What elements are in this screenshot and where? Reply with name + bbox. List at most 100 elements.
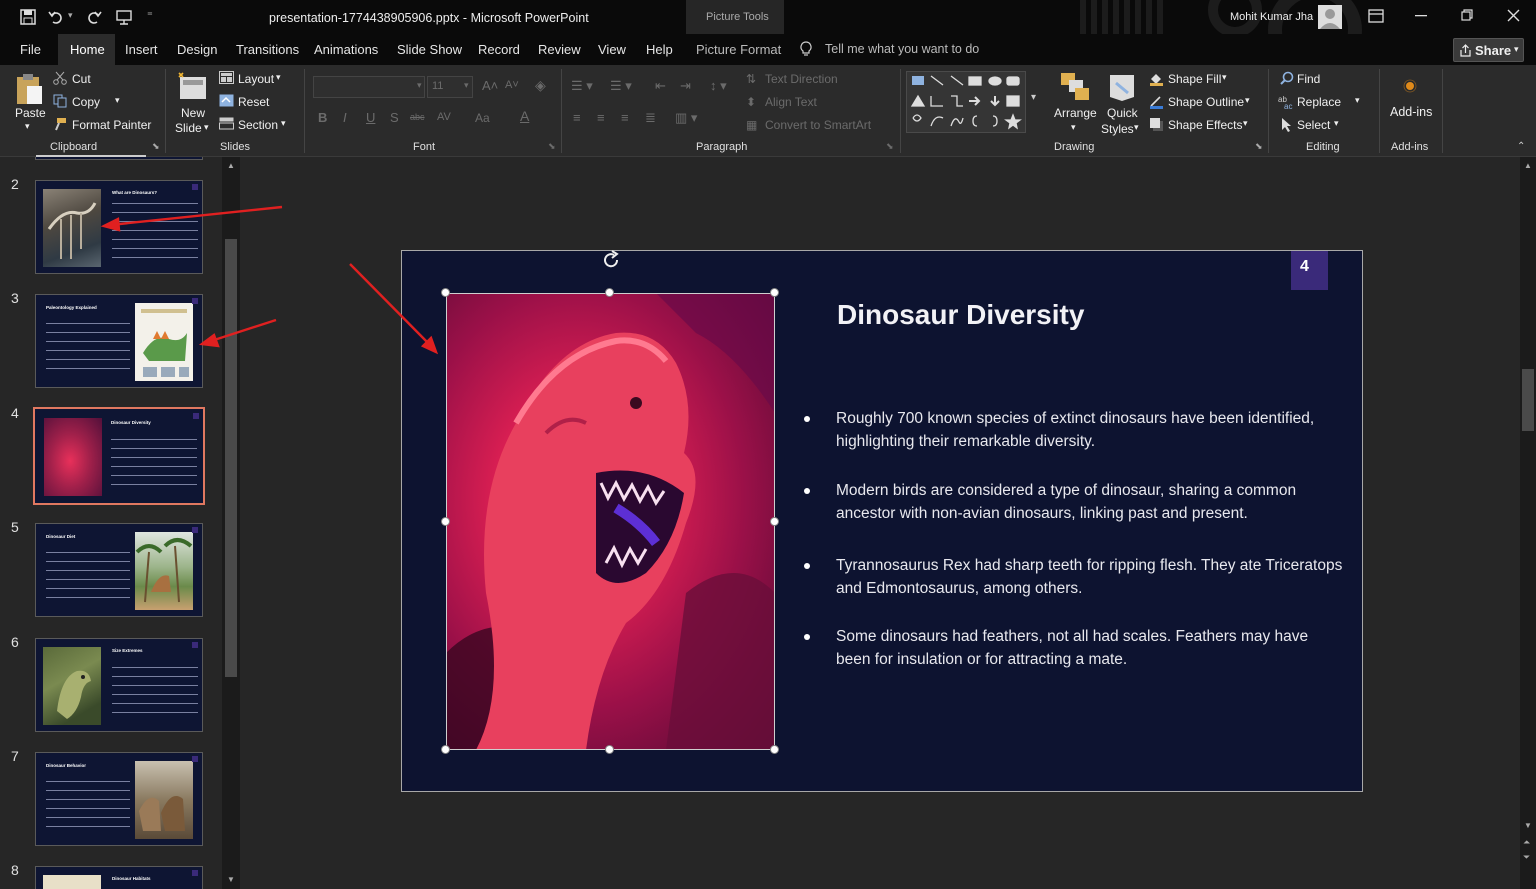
resize-handle-top-right[interactable]: [770, 288, 779, 297]
new-slide-icon[interactable]: [177, 71, 209, 101]
italic-icon[interactable]: I: [343, 110, 347, 125]
line-spacing-icon[interactable]: ↕ ▾: [710, 78, 727, 94]
scroll-up-icon[interactable]: ▲: [227, 161, 235, 170]
tab-design[interactable]: Design: [177, 42, 217, 57]
layout-button[interactable]: Layout: [238, 72, 274, 86]
align-center-icon[interactable]: ≡: [597, 110, 605, 125]
shape-outline-dropdown-icon[interactable]: ▾: [1245, 95, 1250, 106]
numbering-icon[interactable]: ☰ ▾: [610, 78, 632, 94]
convert-smartart-button[interactable]: Convert to SmartArt: [765, 118, 871, 132]
bullet-3[interactable]: Tyrannosaurus Rex had sharp teeth for ri…: [836, 555, 1346, 600]
decrease-indent-icon[interactable]: ⇤: [655, 78, 666, 94]
tab-record[interactable]: Record: [478, 42, 520, 57]
align-text-button[interactable]: Align Text: [765, 95, 817, 109]
paragraph-launcher-icon[interactable]: ⬊: [886, 141, 894, 152]
tab-view[interactable]: View: [598, 42, 626, 57]
cut-button[interactable]: Cut: [72, 72, 91, 86]
decrease-font-size-icon[interactable]: A˅: [505, 79, 519, 91]
shapes-gallery[interactable]: [906, 71, 1026, 133]
slide-thumbnail-3[interactable]: Paleontology Explained: [35, 294, 203, 388]
resize-handle-bottom[interactable]: [605, 745, 614, 754]
replace-button[interactable]: Replace: [1297, 95, 1341, 109]
increase-indent-icon[interactable]: ⇥: [680, 78, 691, 94]
arrange-dropdown-icon[interactable]: ▾: [1071, 122, 1076, 133]
undo-dropdown-icon[interactable]: ▾: [68, 10, 73, 21]
bullets-icon[interactable]: ☰ ▾: [571, 78, 593, 94]
reset-button[interactable]: Reset: [238, 95, 269, 109]
underline-icon[interactable]: U: [366, 110, 375, 125]
resize-handle-top[interactable]: [605, 288, 614, 297]
replace-dropdown-icon[interactable]: ▾: [1355, 95, 1360, 106]
select-dropdown-icon[interactable]: ▾: [1334, 118, 1339, 129]
slide-scroll-thumb[interactable]: [1522, 369, 1534, 431]
resize-handle-right[interactable]: [770, 517, 779, 526]
shapes-gallery-scroll-icon[interactable]: ▾: [1031, 92, 1036, 103]
font-launcher-icon[interactable]: ⬊: [548, 141, 556, 152]
tab-file[interactable]: File: [20, 42, 41, 57]
new-slide-dropdown-icon[interactable]: ▾: [204, 122, 209, 133]
resize-handle-bottom-left[interactable]: [441, 745, 450, 754]
layout-dropdown-icon[interactable]: ▾: [276, 72, 281, 83]
avatar[interactable]: [1318, 5, 1342, 29]
section-dropdown-icon[interactable]: ▾: [281, 118, 286, 129]
quick-styles-icon[interactable]: [1106, 71, 1138, 103]
next-slide-icon[interactable]: ⏷: [1523, 852, 1530, 863]
quick-styles-label-1[interactable]: Quick: [1107, 106, 1138, 120]
rotate-handle-icon[interactable]: [600, 249, 622, 271]
clear-formatting-icon[interactable]: ◈: [535, 77, 546, 94]
shape-fill-dropdown-icon[interactable]: ▾: [1222, 72, 1227, 83]
font-size-dropdown-icon[interactable]: ▾: [464, 80, 469, 91]
thumbnail-scrollbar[interactable]: ▲ ▼: [222, 157, 240, 889]
paste-icon[interactable]: [14, 72, 44, 106]
tab-review[interactable]: Review: [538, 42, 581, 57]
resize-handle-left[interactable]: [441, 517, 450, 526]
change-case-icon[interactable]: Aa: [475, 111, 490, 125]
bold-icon[interactable]: B: [318, 110, 327, 125]
slide-thumbnail-8[interactable]: Dinosaur Habitats: [35, 866, 203, 889]
find-button[interactable]: Find: [1297, 72, 1320, 86]
close-icon[interactable]: [1507, 9, 1520, 22]
minimize-icon[interactable]: [1415, 15, 1427, 17]
tab-picture-format[interactable]: Picture Format: [696, 42, 781, 57]
redo-icon[interactable]: [86, 9, 102, 25]
bullet-2[interactable]: Modern birds are considered a type of di…: [836, 480, 1346, 525]
ribbon-display-options-icon[interactable]: [1368, 9, 1384, 23]
arrange-icon[interactable]: [1059, 71, 1091, 103]
share-button[interactable]: Share ▾: [1453, 38, 1524, 62]
paste-label[interactable]: Paste: [15, 106, 46, 120]
slide-thumbnail-6[interactable]: Size Extremes: [35, 638, 203, 732]
scroll-down-icon[interactable]: ▼: [227, 875, 235, 884]
shadow-icon[interactable]: S: [390, 110, 399, 125]
quick-styles-dropdown-icon[interactable]: ▾: [1134, 122, 1139, 133]
copy-button[interactable]: Copy: [72, 95, 100, 109]
copy-dropdown-icon[interactable]: ▾: [115, 95, 120, 106]
customize-toolbar-icon[interactable]: ⁼: [147, 9, 153, 22]
slide-title[interactable]: Dinosaur Diversity: [837, 299, 1084, 331]
collapse-ribbon-icon[interactable]: ⌃: [1517, 141, 1525, 152]
tab-insert[interactable]: Insert: [125, 42, 158, 57]
slide-scrollbar[interactable]: ▲ ▼ ⏶ ⏷: [1520, 157, 1536, 889]
tab-help[interactable]: Help: [646, 42, 673, 57]
quick-styles-label-2[interactable]: Styles: [1101, 122, 1134, 136]
bullet-4[interactable]: Some dinosaurs had feathers, not all had…: [836, 626, 1346, 671]
align-left-icon[interactable]: ≡: [573, 110, 581, 125]
scroll-down-icon[interactable]: ▼: [1524, 821, 1532, 830]
save-icon[interactable]: [20, 9, 36, 25]
text-direction-button[interactable]: Text Direction: [765, 72, 838, 86]
font-color-icon[interactable]: A: [520, 108, 529, 124]
slide-thumbnail-7[interactable]: Dinosaur Behavior: [35, 752, 203, 846]
shape-effects-button[interactable]: Shape Effects: [1168, 118, 1243, 132]
tell-me-search[interactable]: Tell me what you want to do: [825, 42, 979, 56]
slide-thumbnail-5[interactable]: Dinosaur Diet: [35, 523, 203, 617]
select-button[interactable]: Select: [1297, 118, 1330, 132]
start-from-beginning-icon[interactable]: [115, 8, 133, 26]
new-slide-label-2[interactable]: Slide: [175, 121, 202, 135]
scroll-up-icon[interactable]: ▲: [1524, 161, 1532, 170]
tab-transitions[interactable]: Transitions: [236, 42, 299, 57]
user-name[interactable]: Mohit Kumar Jha: [1230, 11, 1313, 23]
section-button[interactable]: Section: [238, 118, 278, 132]
resize-handle-bottom-right[interactable]: [770, 745, 779, 754]
slide-thumbnail-2[interactable]: What are Dinosaurs?: [35, 180, 203, 274]
strikethrough-icon[interactable]: abc: [410, 112, 425, 122]
align-right-icon[interactable]: ≡: [621, 110, 629, 125]
